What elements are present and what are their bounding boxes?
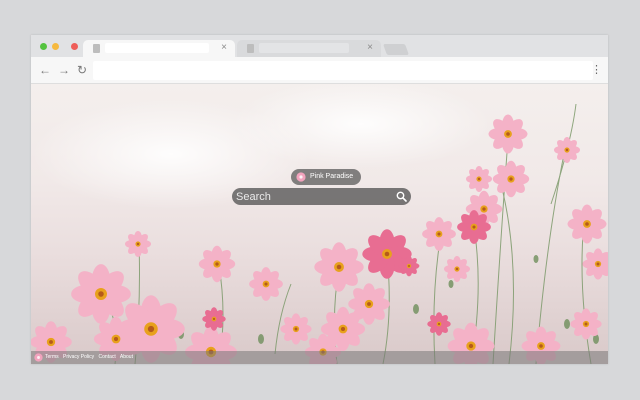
address-bar[interactable] — [93, 61, 593, 80]
tab-close-icon[interactable]: × — [221, 42, 227, 54]
search-bar — [232, 188, 411, 205]
tab-title-placeholder — [105, 43, 209, 53]
tab-close-icon[interactable]: × — [367, 42, 373, 54]
flower-background-image — [31, 84, 608, 364]
window-maximize-button[interactable] — [40, 43, 47, 50]
tab-inactive[interactable]: × — [237, 40, 381, 57]
browser-window: × × ← → ↻ ⋮ Pink Paradise Search Terms P… — [31, 35, 608, 364]
footer-link-about[interactable]: About — [120, 354, 133, 360]
forward-button[interactable]: → — [58, 63, 70, 77]
window-close-button[interactable] — [71, 43, 78, 50]
back-button[interactable]: ← — [39, 63, 51, 77]
footer-link-privacy-policy[interactable]: Privacy Policy — [63, 354, 94, 360]
tab-active[interactable]: × — [83, 40, 235, 57]
page-footer: Terms Privacy Policy Contact About — [31, 351, 608, 364]
footer-link-contact[interactable]: Contact — [99, 354, 116, 360]
page-icon — [247, 44, 254, 53]
tab-strip: × × — [31, 35, 608, 57]
brand-label: Pink Paradise — [310, 173, 354, 180]
browser-menu-button[interactable]: ⋮ — [591, 63, 602, 77]
footer-links: Terms Privacy Policy Contact About — [45, 353, 136, 362]
brand-badge: Pink Paradise — [291, 169, 362, 185]
search-input[interactable] — [236, 189, 386, 204]
new-tab-button[interactable] — [382, 44, 410, 55]
search-icon[interactable] — [396, 191, 407, 202]
reload-button[interactable]: ↻ — [77, 63, 87, 77]
page-icon — [93, 44, 100, 53]
footer-link-terms[interactable]: Terms — [45, 354, 59, 360]
flower-logo-icon — [34, 353, 43, 362]
browser-toolbar: ← → ↻ ⋮ — [31, 57, 608, 84]
page-viewport: Pink Paradise Terms Privacy Policy Conta… — [31, 84, 608, 364]
flower-icon — [296, 172, 306, 182]
tab-title-placeholder — [259, 43, 349, 53]
window-minimize-button[interactable] — [52, 43, 59, 50]
